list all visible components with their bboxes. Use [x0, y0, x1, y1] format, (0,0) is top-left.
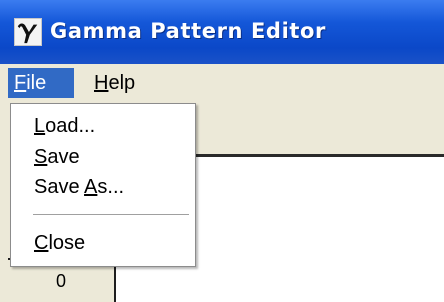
menubar: File Help — [0, 64, 444, 102]
window-titlebar[interactable]: Gamma Pattern Editor — [0, 0, 444, 64]
gamma-glyph-icon[interactable] — [14, 18, 42, 46]
menu-item-save-as[interactable]: Save As... — [11, 172, 195, 202]
menu-item-save[interactable]: Save — [11, 142, 195, 172]
window-title: Gamma Pattern Editor — [50, 19, 326, 43]
file-menu-dropdown: Load... Save Save As... Close — [10, 103, 196, 267]
window-left-edge — [0, 156, 8, 302]
menu-help[interactable]: Help — [88, 68, 141, 98]
toolbar-divider — [196, 154, 444, 157]
menu-file[interactable]: File — [8, 68, 74, 98]
menu-item-close[interactable]: Close — [11, 228, 195, 258]
menu-item-load[interactable]: Load... — [11, 111, 195, 141]
menu-separator — [33, 214, 189, 216]
